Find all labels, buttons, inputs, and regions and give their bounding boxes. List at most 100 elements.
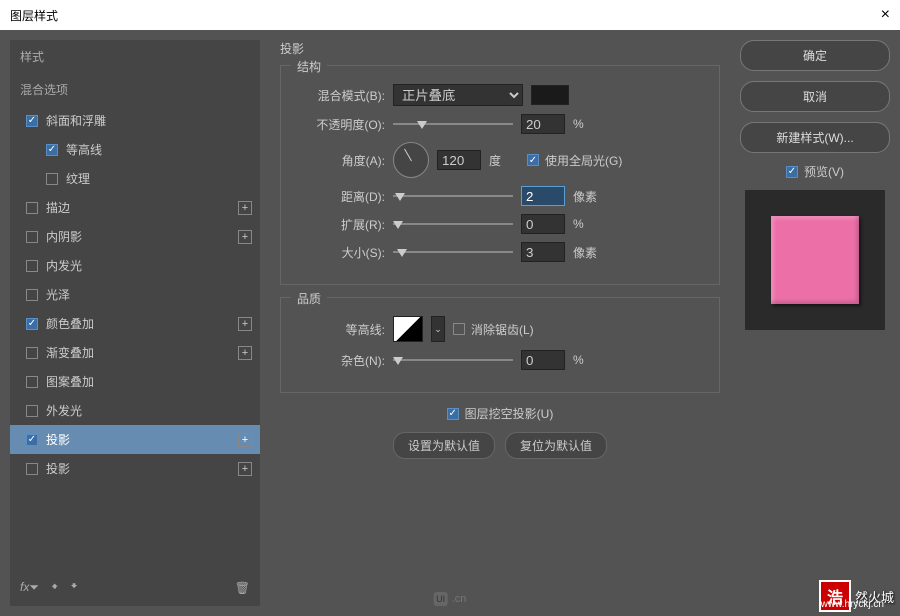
spread-unit: % xyxy=(573,217,603,231)
style-checkbox[interactable] xyxy=(26,434,38,446)
blend-mode-select[interactable]: 正片叠底 xyxy=(393,84,523,106)
style-checkbox[interactable] xyxy=(46,173,58,185)
sidebar-item-label: 颜色叠加 xyxy=(46,315,94,332)
distance-input[interactable] xyxy=(521,186,565,206)
sidebar-item-10[interactable]: 外发光 xyxy=(10,396,260,425)
add-effect-icon[interactable]: + xyxy=(238,230,252,244)
make-default-button[interactable]: 设置为默认值 xyxy=(393,432,495,459)
trash-icon[interactable]: 🗑 xyxy=(235,581,250,595)
contour-label: 等高线: xyxy=(295,321,385,338)
sidebar-item-2[interactable]: 纹理 xyxy=(10,164,260,193)
structure-group: 结构 混合模式(B): 正片叠底 不透明度(O): % 角度(A): 度 使用全… xyxy=(280,65,720,285)
watermark: 浩 然火城 www.hryckj.cn xyxy=(819,580,894,612)
add-effect-icon[interactable]: + xyxy=(238,433,252,447)
noise-slider[interactable] xyxy=(393,353,513,367)
sidebar-item-7[interactable]: 颜色叠加 + xyxy=(10,309,260,338)
global-light-checkbox[interactable]: 使用全局光(G) xyxy=(527,152,622,169)
opacity-input[interactable] xyxy=(521,114,565,134)
distance-slider[interactable] xyxy=(393,189,513,203)
up-arrow-icon[interactable]: 🠹 xyxy=(51,577,58,598)
spread-label: 扩展(R): xyxy=(295,216,385,233)
style-checkbox[interactable] xyxy=(26,115,38,127)
ui-cn-logo: UI.cn xyxy=(434,592,467,606)
shadow-color-swatch[interactable] xyxy=(531,85,569,105)
sidebar-item-9[interactable]: 图案叠加 xyxy=(10,367,260,396)
sidebar-item-label: 描边 xyxy=(46,199,70,216)
noise-input[interactable] xyxy=(521,350,565,370)
style-checkbox[interactable] xyxy=(26,347,38,359)
opacity-unit: % xyxy=(573,117,603,131)
blend-mode-label: 混合模式(B): xyxy=(295,87,385,104)
fx-label[interactable]: fx⏷ xyxy=(20,580,39,595)
spread-input[interactable] xyxy=(521,214,565,234)
antialias-checkbox[interactable]: 消除锯齿(L) xyxy=(453,321,534,338)
sidebar-item-label: 投影 xyxy=(46,460,70,477)
sidebar-item-6[interactable]: 光泽 xyxy=(10,280,260,309)
window-title: 图层样式 xyxy=(10,7,58,24)
quality-group-title: 品质 xyxy=(291,290,327,307)
distance-unit: 像素 xyxy=(573,188,603,205)
sidebar-item-1[interactable]: 等高线 xyxy=(10,135,260,164)
add-effect-icon[interactable]: + xyxy=(238,201,252,215)
distance-label: 距离(D): xyxy=(295,188,385,205)
opacity-label: 不透明度(O): xyxy=(295,116,385,133)
size-input[interactable] xyxy=(521,242,565,262)
styles-sidebar: 样式 混合选项 斜面和浮雕等高线纹理描边+内阴影+内发光光泽颜色叠加+渐变叠加+… xyxy=(10,40,260,606)
sidebar-footer: fx⏷ 🠹 🠻 🗑 xyxy=(10,569,260,606)
angle-dial[interactable] xyxy=(393,142,429,178)
style-checkbox[interactable] xyxy=(26,405,38,417)
cancel-button[interactable]: 取消 xyxy=(740,81,890,112)
reset-default-button[interactable]: 复位为默认值 xyxy=(505,432,607,459)
titlebar: 图层样式 × xyxy=(0,0,900,30)
size-unit: 像素 xyxy=(573,244,603,261)
noise-label: 杂色(N): xyxy=(295,352,385,369)
noise-unit: % xyxy=(573,353,603,367)
opacity-slider[interactable] xyxy=(393,117,513,131)
new-style-button[interactable]: 新建样式(W)... xyxy=(740,122,890,153)
style-checkbox[interactable] xyxy=(26,231,38,243)
sidebar-item-4[interactable]: 内阴影+ xyxy=(10,222,260,251)
angle-label: 角度(A): xyxy=(295,152,385,169)
style-checkbox[interactable] xyxy=(26,289,38,301)
knockout-checkbox[interactable]: 图层挖空投影(U) xyxy=(447,405,554,422)
sidebar-item-label: 光泽 xyxy=(46,286,70,303)
close-icon[interactable]: × xyxy=(881,6,890,24)
sidebar-item-8[interactable]: 渐变叠加+ xyxy=(10,338,260,367)
ok-button[interactable]: 确定 xyxy=(740,40,890,71)
style-checkbox[interactable] xyxy=(26,260,38,272)
sidebar-item-3[interactable]: 描边 + xyxy=(10,193,260,222)
sidebar-item-label: 投影 xyxy=(46,431,70,448)
right-column: 确定 取消 新建样式(W)... 预览(V) xyxy=(740,40,890,606)
styles-header[interactable]: 样式 xyxy=(10,40,260,73)
structure-group-title: 结构 xyxy=(291,58,327,75)
contour-dropdown-icon[interactable]: ⌄ xyxy=(431,316,445,342)
preview-checkbox[interactable]: 预览(V) xyxy=(740,163,890,180)
style-checkbox[interactable] xyxy=(26,318,38,330)
angle-unit: 度 xyxy=(489,152,519,169)
contour-swatch[interactable] xyxy=(393,316,423,342)
size-label: 大小(S): xyxy=(295,244,385,261)
sidebar-item-label: 外发光 xyxy=(46,402,82,419)
add-effect-icon[interactable]: + xyxy=(238,346,252,360)
sidebar-item-12[interactable]: 投影 + xyxy=(10,454,260,483)
add-effect-icon[interactable]: + xyxy=(238,317,252,331)
preview-box xyxy=(745,190,885,330)
sidebar-item-11[interactable]: 投影 + xyxy=(10,425,260,454)
style-checkbox[interactable] xyxy=(26,202,38,214)
angle-input[interactable] xyxy=(437,150,481,170)
sidebar-item-label: 等高线 xyxy=(66,141,102,158)
sidebar-item-label: 纹理 xyxy=(66,170,90,187)
sidebar-item-label: 内发光 xyxy=(46,257,82,274)
sidebar-item-label: 斜面和浮雕 xyxy=(46,112,106,129)
sidebar-item-0[interactable]: 斜面和浮雕 xyxy=(10,106,260,135)
size-slider[interactable] xyxy=(393,245,513,259)
add-effect-icon[interactable]: + xyxy=(238,462,252,476)
down-arrow-icon[interactable]: 🠻 xyxy=(70,577,77,598)
style-checkbox[interactable] xyxy=(26,463,38,475)
blend-options-header[interactable]: 混合选项 xyxy=(10,73,260,106)
sidebar-item-label: 图案叠加 xyxy=(46,373,94,390)
style-checkbox[interactable] xyxy=(46,144,58,156)
spread-slider[interactable] xyxy=(393,217,513,231)
style-checkbox[interactable] xyxy=(26,376,38,388)
sidebar-item-5[interactable]: 内发光 xyxy=(10,251,260,280)
